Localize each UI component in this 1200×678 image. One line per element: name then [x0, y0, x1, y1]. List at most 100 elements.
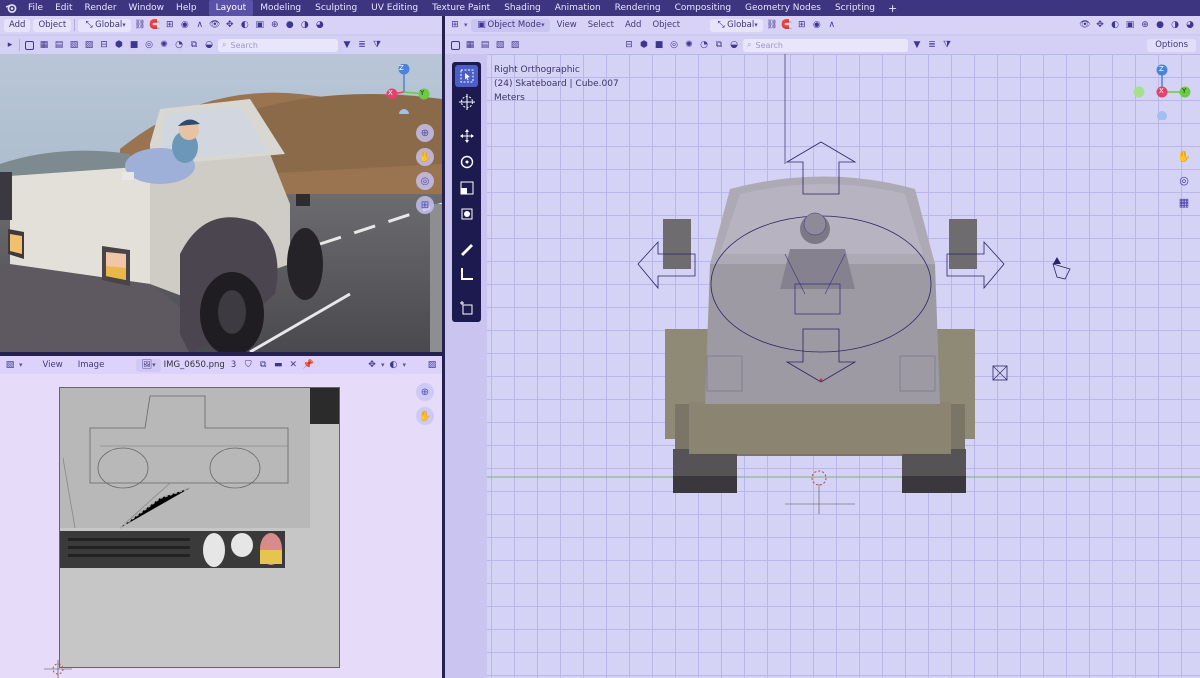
- tab-scripting[interactable]: Scripting: [828, 0, 882, 16]
- camera-icon[interactable]: ◔: [173, 39, 185, 51]
- menu-render[interactable]: Render: [79, 3, 123, 13]
- add-workspace-button[interactable]: +: [882, 2, 903, 15]
- select-tool-icon[interactable]: [455, 65, 478, 87]
- pin-list-icon[interactable]: ≣: [926, 39, 938, 51]
- light-icon[interactable]: ✺: [683, 39, 695, 51]
- menu-file[interactable]: File: [22, 3, 49, 13]
- falloff-icon[interactable]: ∧: [826, 19, 838, 31]
- zoom-icon[interactable]: ⊕: [416, 124, 434, 142]
- annotate-tool-icon[interactable]: [455, 237, 478, 259]
- select-extend-icon[interactable]: ▦: [464, 39, 476, 51]
- proportional-edit-icon[interactable]: ◉: [179, 19, 191, 31]
- right-axis-gizmo[interactable]: Z X Y: [1133, 64, 1191, 121]
- mesh-icon[interactable]: ◎: [668, 39, 680, 51]
- mesh-icon[interactable]: ◎: [143, 39, 155, 51]
- left-3d-viewport[interactable]: Z X Y ⊕ ✋ ◎ ⊞: [0, 54, 442, 352]
- select-intersect-icon[interactable]: ▨: [83, 39, 95, 51]
- visibility-icon[interactable]: 👁: [209, 19, 221, 31]
- shading-rendered-icon[interactable]: ◕: [314, 19, 326, 31]
- image-view-menu[interactable]: View: [37, 360, 69, 370]
- camera-view-icon[interactable]: ◎: [1175, 171, 1193, 189]
- new-image-icon[interactable]: ⧉: [257, 359, 269, 371]
- shading-solid-icon[interactable]: ●: [284, 19, 296, 31]
- open-folder-icon[interactable]: ▬: [272, 359, 284, 371]
- rotate-tool-icon[interactable]: [455, 151, 478, 173]
- right-object-menu[interactable]: Object: [648, 20, 684, 30]
- right-select-menu[interactable]: Select: [584, 20, 618, 30]
- left-axis-gizmo[interactable]: Z X Y: [382, 63, 432, 119]
- tab-layout[interactable]: Layout: [208, 0, 254, 16]
- light-icon[interactable]: ✺: [158, 39, 170, 51]
- sidebar-toggle-icon[interactable]: ▨: [426, 359, 438, 371]
- gizmo-icon[interactable]: ✥: [1094, 19, 1106, 31]
- constraint-icon[interactable]: ⧉: [713, 39, 725, 51]
- select-tool-icon[interactable]: ▸: [4, 39, 16, 51]
- tab-shading[interactable]: Shading: [497, 0, 548, 16]
- options-button[interactable]: Options: [1147, 38, 1196, 52]
- transform-tool-icon[interactable]: [455, 203, 478, 225]
- left-add-menu[interactable]: Add: [4, 18, 31, 32]
- tab-geometry-nodes[interactable]: Geometry Nodes: [738, 0, 828, 16]
- tab-uv-editing[interactable]: UV Editing: [364, 0, 425, 16]
- menu-edit[interactable]: Edit: [49, 3, 78, 13]
- blender-logo-icon[interactable]: [0, 2, 22, 14]
- filter-funnel-icon[interactable]: ⧩: [371, 39, 383, 51]
- move-tool-icon[interactable]: [455, 125, 478, 147]
- pan-hand-icon[interactable]: ✋: [1175, 147, 1193, 165]
- link-icon[interactable]: ⛓: [134, 19, 146, 31]
- menu-help[interactable]: Help: [170, 3, 203, 13]
- mode-dropdown[interactable]: ▣ Object Mode ▾: [470, 18, 550, 32]
- left-orientation-dropdown[interactable]: ⤡ Global ▾: [78, 18, 131, 32]
- bookmark-icon[interactable]: ▼: [911, 39, 923, 51]
- add-cube-tool-icon[interactable]: [455, 297, 478, 319]
- tab-texture-paint[interactable]: Texture Paint: [425, 0, 497, 16]
- snap-icon[interactable]: 🧲: [781, 19, 793, 31]
- collection-icon[interactable]: ⬢: [638, 39, 650, 51]
- select-box-icon[interactable]: [23, 39, 35, 51]
- image-browse-button[interactable]: 🖼 ▾: [136, 358, 161, 372]
- image-pan-hand-icon[interactable]: ✋: [416, 407, 434, 425]
- camera-icon[interactable]: ◔: [698, 39, 710, 51]
- select-box-icon[interactable]: [449, 39, 461, 51]
- right-search-input[interactable]: ⌕ Search: [743, 38, 908, 52]
- right-view-menu[interactable]: View: [553, 20, 581, 30]
- image-canvas[interactable]: [59, 387, 340, 668]
- bookmark-icon[interactable]: ▼: [341, 39, 353, 51]
- perspective-toggle-icon[interactable]: ⊞: [416, 196, 434, 214]
- image-image-menu[interactable]: Image: [72, 360, 111, 370]
- snap-icon[interactable]: 🧲: [149, 19, 161, 31]
- editor-type-icon[interactable]: ⊞: [449, 19, 461, 31]
- overlay-icon[interactable]: ◐: [1109, 19, 1121, 31]
- select-invert-icon[interactable]: ▧: [68, 39, 80, 51]
- shading-wireframe-icon[interactable]: ⊕: [1139, 19, 1151, 31]
- shading-solid-icon[interactable]: ●: [1154, 19, 1166, 31]
- scale-tool-icon[interactable]: [455, 177, 478, 199]
- xray-icon[interactable]: ▣: [254, 19, 266, 31]
- shading-material-icon[interactable]: ◑: [299, 19, 311, 31]
- filter-icon[interactable]: ⊟: [623, 39, 635, 51]
- snap-increment-icon[interactable]: ⊞: [164, 19, 176, 31]
- overlay-icon[interactable]: ◐: [239, 19, 251, 31]
- measure-tool-icon[interactable]: [455, 263, 478, 285]
- menu-window[interactable]: Window: [123, 3, 171, 13]
- proportional-edit-icon[interactable]: ◉: [811, 19, 823, 31]
- close-icon[interactable]: ✕: [287, 359, 299, 371]
- falloff-icon[interactable]: ∧: [194, 19, 206, 31]
- filter-funnel-icon[interactable]: ⧩: [941, 39, 953, 51]
- camera-view-icon[interactable]: ◎: [416, 172, 434, 190]
- select-subtract-icon[interactable]: ▤: [479, 39, 491, 51]
- constraint-icon[interactable]: ⧉: [188, 39, 200, 51]
- editor-type-icon[interactable]: ▧: [4, 359, 16, 371]
- material-icon[interactable]: ◒: [203, 39, 215, 51]
- right-3d-viewport[interactable]: Z X Y: [445, 54, 1200, 678]
- shading-rendered-icon[interactable]: ◕: [1184, 19, 1196, 31]
- visibility-icon[interactable]: 👁: [1079, 19, 1091, 31]
- left-object-menu[interactable]: Object: [33, 18, 72, 32]
- xray-icon[interactable]: ▣: [1124, 19, 1136, 31]
- tab-modeling[interactable]: Modeling: [253, 0, 308, 16]
- collection-icon[interactable]: ⬢: [113, 39, 125, 51]
- tab-sculpting[interactable]: Sculpting: [308, 0, 364, 16]
- select-invert-icon[interactable]: ▧: [494, 39, 506, 51]
- object-icon[interactable]: ■: [128, 39, 140, 51]
- filter-icon[interactable]: ⊟: [98, 39, 110, 51]
